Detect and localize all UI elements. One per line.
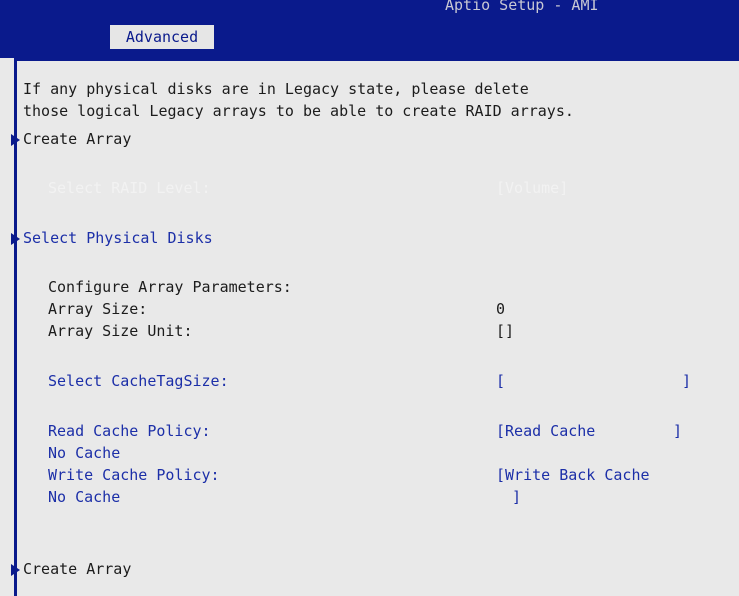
raid-level-select[interactable]: [Volume] bbox=[496, 178, 568, 198]
configure-params-heading: Configure Array Parameters: bbox=[48, 278, 292, 296]
read-cache-policy-label-2: No Cache bbox=[48, 444, 121, 462]
main-panel: If any physical disks are in Legacy stat… bbox=[11, 58, 739, 596]
window-title: Aptio Setup - AMI bbox=[445, 0, 599, 14]
header-bar: Aptio Setup - AMI Advanced bbox=[0, 0, 739, 58]
bios-screen: Aptio Setup - AMI Advanced If any physic… bbox=[0, 0, 739, 596]
cache-tag-size-label: Select CacheTagSize: bbox=[48, 372, 229, 390]
array-size-label: Array Size: bbox=[48, 300, 148, 318]
read-cache-policy-label: Read Cache Policy: bbox=[48, 422, 211, 440]
raid-level-label: Select RAID Level: bbox=[48, 179, 211, 197]
read-cache-policy-select-close[interactable]: ] bbox=[673, 421, 682, 441]
select-physical-disks-link[interactable]: Select Physical Disks bbox=[23, 228, 213, 248]
write-cache-policy-label: Write Cache Policy: bbox=[48, 466, 220, 484]
array-size-value: 0 bbox=[496, 300, 506, 318]
cache-tag-size-select-open[interactable]: [ bbox=[496, 371, 505, 391]
create-array-bottom-link[interactable]: Create Array bbox=[23, 559, 131, 579]
write-cache-policy-select[interactable]: [Write Back Cache bbox=[496, 465, 650, 485]
submenu-arrow-icon bbox=[11, 564, 20, 576]
read-cache-policy-select[interactable]: [Read Cache bbox=[496, 421, 595, 441]
cache-tag-size-select-close[interactable]: ] bbox=[682, 371, 691, 391]
help-text-line-1: If any physical disks are in Legacy stat… bbox=[23, 80, 529, 98]
write-cache-policy-select-close[interactable]: ] bbox=[512, 487, 521, 507]
help-text-line-2: those logical Legacy arrays to be able t… bbox=[23, 102, 574, 120]
create-array-top-link[interactable]: Create Array bbox=[23, 129, 131, 149]
array-size-unit-label: Array Size Unit: bbox=[48, 322, 193, 340]
submenu-arrow-icon bbox=[11, 233, 20, 245]
tab-advanced[interactable]: Advanced bbox=[110, 25, 214, 49]
submenu-arrow-icon bbox=[11, 134, 20, 146]
write-cache-policy-label-2: No Cache bbox=[48, 488, 121, 506]
array-size-unit-value: [] bbox=[496, 322, 515, 340]
